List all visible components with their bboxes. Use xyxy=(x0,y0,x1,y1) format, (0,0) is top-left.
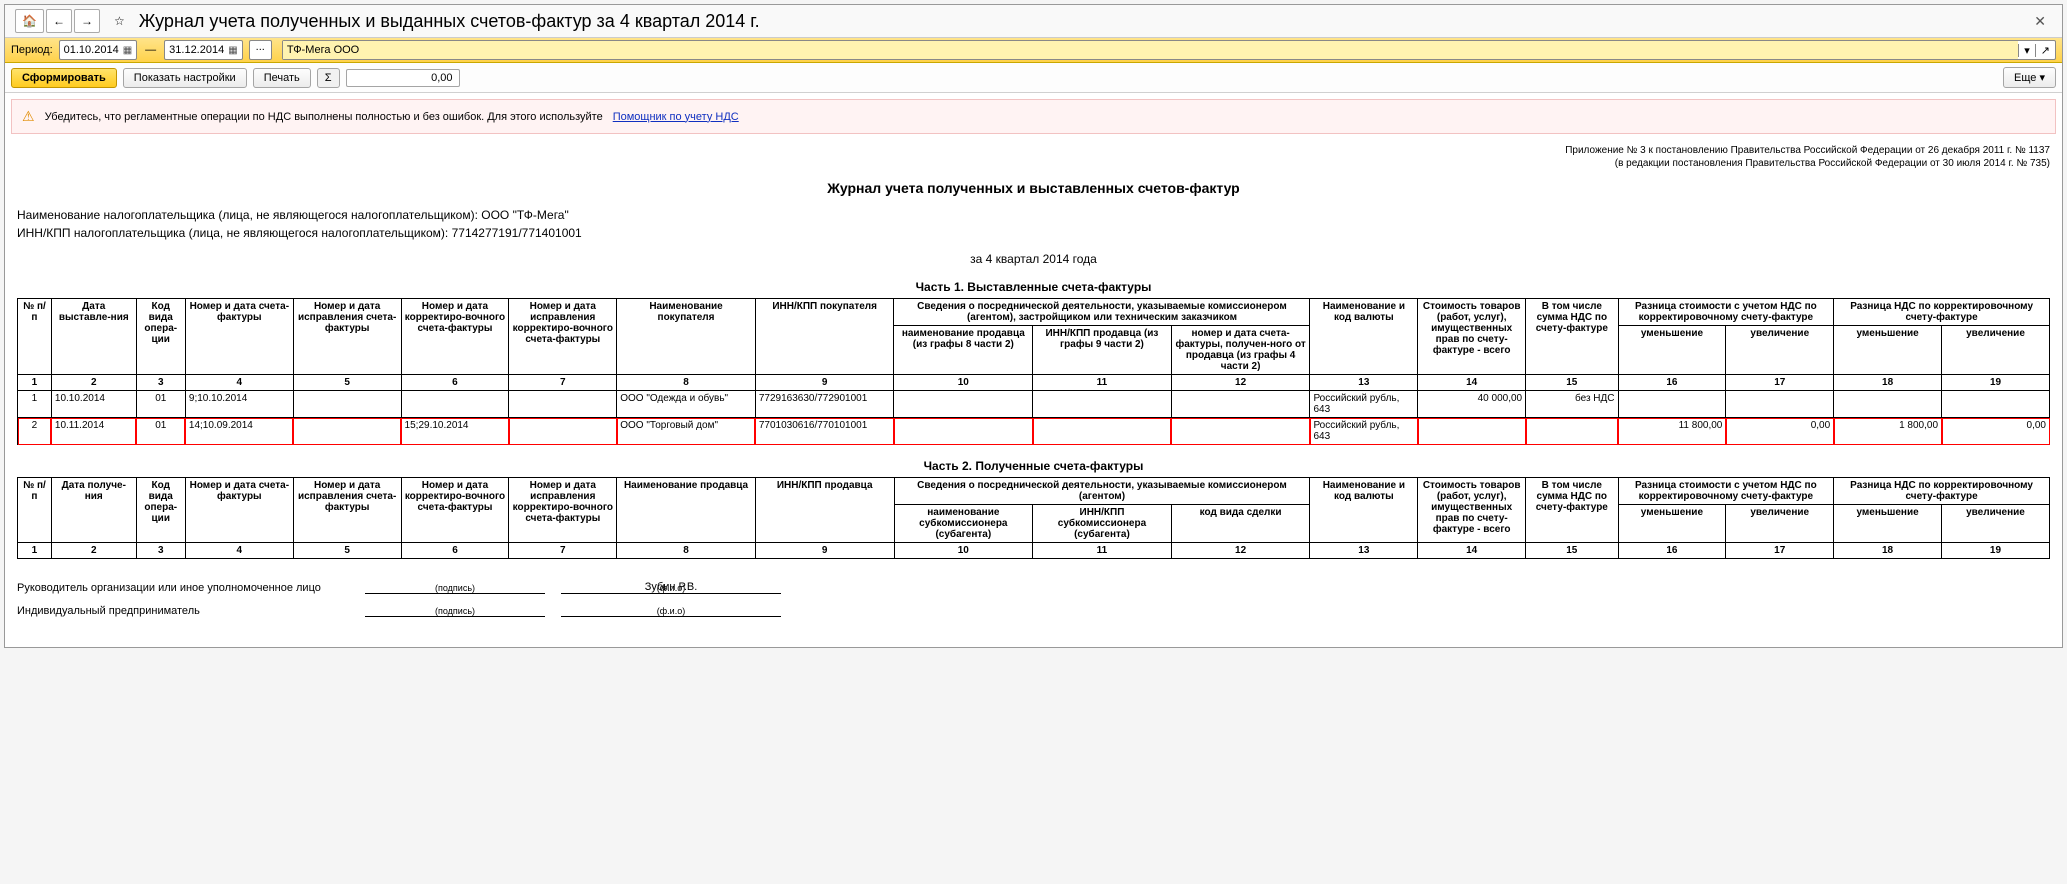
chevron-down-icon[interactable]: ▾ xyxy=(2018,44,2035,57)
period-label: Период: xyxy=(11,44,53,56)
back-button[interactable]: ← xyxy=(46,9,72,33)
report-period: за 4 квартал 2014 года xyxy=(17,252,2050,266)
generate-button[interactable]: Сформировать xyxy=(11,68,117,88)
head-signature-line: (подпись) xyxy=(365,581,545,594)
organization-select[interactable]: ТФ-Мега ООО ▾ ↗ xyxy=(282,40,2056,60)
page-title: Журнал учета полученных и выданных счето… xyxy=(139,11,760,32)
sum-button[interactable]: Σ xyxy=(317,68,340,88)
part2-table: № п/п Дата получе-ния Код вида опера-ции… xyxy=(17,477,2050,559)
chevron-down-icon: ▾ xyxy=(2039,72,2045,84)
home-button[interactable]: 🏠 xyxy=(15,9,44,33)
part2-title: Часть 2. Полученные счета-фактуры xyxy=(17,459,2050,473)
part1-title: Часть 1. Выставленные счета-фактуры xyxy=(17,280,2050,294)
period-to[interactable]: 31.12.2014▦ xyxy=(164,40,243,60)
ip-fio-line: (ф.и.о) xyxy=(561,604,781,617)
forward-button[interactable]: → xyxy=(74,9,100,33)
legal-notice: Приложение № 3 к постановлению Правитель… xyxy=(17,144,2050,170)
taxpayer-inn: ИНН/КПП налогоплательщика (лица, не явля… xyxy=(17,224,2050,242)
head-fio-line: Зубин Р.В.(ф.и.о) xyxy=(561,581,781,594)
warning-icon: ⚠ xyxy=(22,108,35,125)
table-row[interactable]: 110.10.2014019;10.10.2014ООО "Одежда и о… xyxy=(18,391,2050,418)
open-icon[interactable]: ↗ xyxy=(2035,44,2055,57)
warning-notice: ⚠ Убедитесь, что регламентные операции п… xyxy=(11,99,2056,134)
ip-signature-line: (подпись) xyxy=(365,604,545,617)
report-title: Журнал учета полученных и выставленных с… xyxy=(17,180,2050,196)
more-button[interactable]: Еще ▾ xyxy=(2003,67,2056,88)
print-button[interactable]: Печать xyxy=(253,68,311,88)
star-icon[interactable]: ☆ xyxy=(108,10,131,32)
sum-field[interactable]: 0,00 xyxy=(346,69,460,87)
head-sign-label: Руководитель организации или иное уполно… xyxy=(17,582,357,594)
period-from[interactable]: 01.10.2014▦ xyxy=(59,40,138,60)
show-settings-button[interactable]: Показать настройки xyxy=(123,68,247,88)
taxpayer-name: Наименование налогоплательщика (лица, не… xyxy=(17,206,2050,224)
calendar-icon[interactable]: ▦ xyxy=(228,45,237,56)
ip-sign-label: Индивидуальный предприниматель xyxy=(17,605,357,617)
period-picker-button[interactable]: ... xyxy=(249,40,272,60)
table-row[interactable]: 210.11.20140114;10.09.201415;29.10.2014О… xyxy=(18,418,2050,445)
vat-assistant-link[interactable]: Помощник по учету НДС xyxy=(613,111,739,123)
part1-table: № п/п Дата выставле-ния Код вида опера-ц… xyxy=(17,298,2050,445)
close-button[interactable]: ✕ xyxy=(2028,13,2052,30)
calendar-icon[interactable]: ▦ xyxy=(123,45,132,56)
